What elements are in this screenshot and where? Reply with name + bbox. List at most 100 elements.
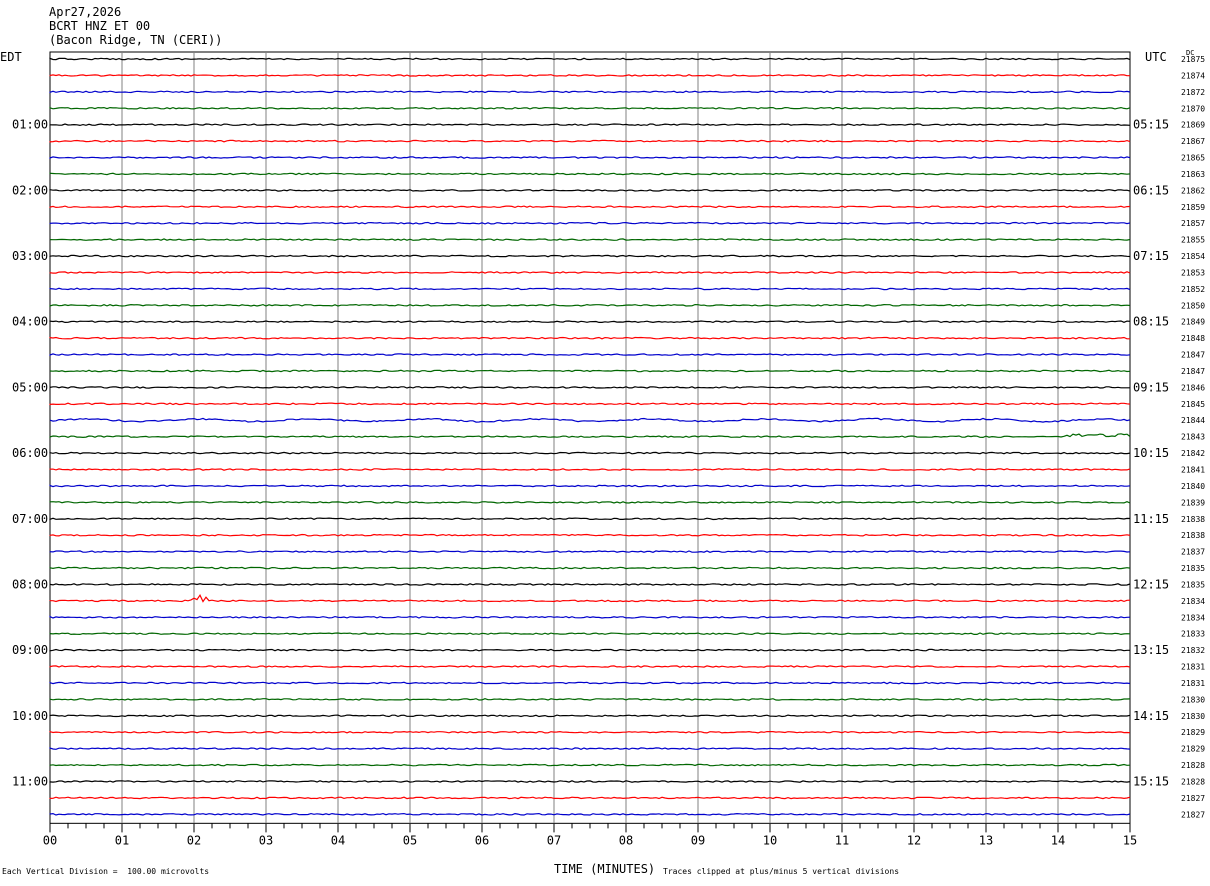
- trace-line: [49, 205, 1131, 209]
- trace-line: [49, 681, 1131, 685]
- trace-line: [49, 714, 1131, 718]
- dc-offset-label: 21830: [1181, 695, 1205, 704]
- left-hour-label: 01:00: [12, 118, 48, 132]
- x-tick-label: 07: [547, 833, 561, 847]
- trace-line: [49, 287, 1131, 291]
- trace-line: [49, 500, 1131, 504]
- trace-line: [49, 433, 1131, 439]
- x-tick-label: 02: [187, 833, 201, 847]
- right-hour-label: 10:15: [1133, 446, 1169, 460]
- x-tick-label: 11: [835, 833, 849, 847]
- left-hour-label: 09:00: [12, 643, 48, 657]
- trace-line: [49, 221, 1131, 225]
- trace-line: [49, 583, 1131, 586]
- right-hour-label: 11:15: [1133, 512, 1169, 526]
- dc-offset-label: 21875: [1181, 55, 1205, 64]
- trace-line: [49, 188, 1131, 192]
- dc-offset-label: 21857: [1181, 219, 1205, 228]
- dc-offset-label: 21863: [1181, 170, 1205, 179]
- left-hour-label: 02:00: [12, 183, 48, 197]
- dc-offset-label: 21829: [1181, 745, 1205, 754]
- trace-line: [49, 468, 1131, 471]
- trace-line: [49, 747, 1131, 750]
- dc-offset-label: 21839: [1181, 498, 1205, 507]
- left-hour-label: 11:00: [12, 775, 48, 789]
- dc-offset-label: 21862: [1181, 186, 1205, 195]
- dc-offset-label: 21844: [1181, 416, 1205, 425]
- x-tick-label: 08: [619, 833, 633, 847]
- dc-offset-label: 21827: [1181, 810, 1205, 819]
- dc-offset-label: 21829: [1181, 728, 1205, 737]
- right-hour-label: 15:15: [1133, 775, 1169, 789]
- trace-line: [49, 369, 1131, 373]
- right-hour-label: 09:15: [1133, 380, 1169, 394]
- right-hour-label: 07:15: [1133, 249, 1169, 263]
- trace-line: [49, 303, 1131, 307]
- dc-offset-label: 21835: [1181, 564, 1205, 573]
- trace-line: [49, 74, 1130, 77]
- right-hour-label: 05:15: [1133, 118, 1169, 132]
- left-hour-label: 10:00: [12, 709, 48, 723]
- dc-offset-label: 21854: [1181, 252, 1205, 261]
- dc-offset-label: 21845: [1181, 400, 1205, 409]
- left-hour-label: 06:00: [12, 446, 48, 460]
- x-tick-label: 04: [331, 833, 345, 847]
- x-axis-label: TIME (MINUTES): [554, 862, 656, 876]
- x-tick-label: 09: [691, 833, 705, 847]
- trace-line: [49, 632, 1131, 636]
- dc-offset-label: 21830: [1181, 712, 1205, 721]
- dc-offset-label: 21831: [1181, 679, 1205, 688]
- dc-offset-label: 21848: [1181, 334, 1205, 343]
- dc-offset-label: 21827: [1181, 794, 1205, 803]
- trace-line: [49, 615, 1131, 619]
- x-tick-label: 10: [763, 833, 777, 847]
- dc-offset-label: 21849: [1181, 318, 1205, 327]
- right-hour-label: 12:15: [1133, 577, 1169, 591]
- x-tick-label: 05: [403, 833, 417, 847]
- dc-offset-label: 21841: [1181, 466, 1205, 475]
- dc-offset-label: 21837: [1181, 548, 1205, 557]
- dc-offset-label: 21838: [1181, 515, 1205, 524]
- right-hour-label: 14:15: [1133, 709, 1169, 723]
- dc-offset-label: 21834: [1181, 597, 1205, 606]
- trace-line: [49, 254, 1131, 258]
- left-hour-label: 04:00: [12, 315, 48, 329]
- dc-offset-label: 21835: [1181, 580, 1205, 589]
- dc-offset-label: 21847: [1181, 367, 1205, 376]
- trace-line: [49, 156, 1131, 159]
- dc-offset-label: 21852: [1181, 285, 1205, 294]
- trace-line: [49, 386, 1130, 389]
- dc-offset-label: 21831: [1181, 663, 1205, 672]
- trace-line: [49, 90, 1131, 94]
- dc-offset-label: 21869: [1181, 121, 1205, 130]
- trace-line: [49, 648, 1130, 652]
- trace-line: [49, 238, 1131, 241]
- dc-offset-label: 21855: [1181, 236, 1205, 245]
- trace-line: [49, 593, 1131, 603]
- dc-offset-label: 21843: [1181, 433, 1205, 442]
- dc-offset-label: 21867: [1181, 137, 1205, 146]
- helicorder-plot: 21875 21874 21872 21870 21869 21867 21865 21863…: [12, 51, 1205, 847]
- trace-line: [49, 533, 1131, 537]
- dc-offset-label: 21828: [1181, 761, 1205, 770]
- dc-offset-label: 21846: [1181, 383, 1205, 392]
- trace-line: [49, 336, 1130, 340]
- trace-line: [49, 812, 1131, 816]
- trace-line: [49, 698, 1131, 701]
- trace-line: [49, 517, 1131, 521]
- trace-line: [49, 730, 1131, 734]
- x-tick-label: 14: [1051, 833, 1065, 847]
- dc-offset-label: 21842: [1181, 449, 1205, 458]
- trace-line: [49, 796, 1131, 800]
- trace-line: [49, 484, 1131, 488]
- dc-offset-label: 21834: [1181, 613, 1205, 622]
- right-hour-label: 06:15: [1133, 183, 1169, 197]
- left-hour-label: 07:00: [12, 512, 48, 526]
- left-hour-label: 03:00: [12, 249, 48, 263]
- trace-line: [49, 320, 1131, 324]
- dc-offset-label: 21847: [1181, 351, 1205, 360]
- dc-offset-label: 21840: [1181, 482, 1205, 491]
- scale-note: Each Vertical Division = 100.00 microvol…: [2, 867, 210, 876]
- right-hour-label: 08:15: [1133, 315, 1169, 329]
- trace-line: [49, 550, 1131, 553]
